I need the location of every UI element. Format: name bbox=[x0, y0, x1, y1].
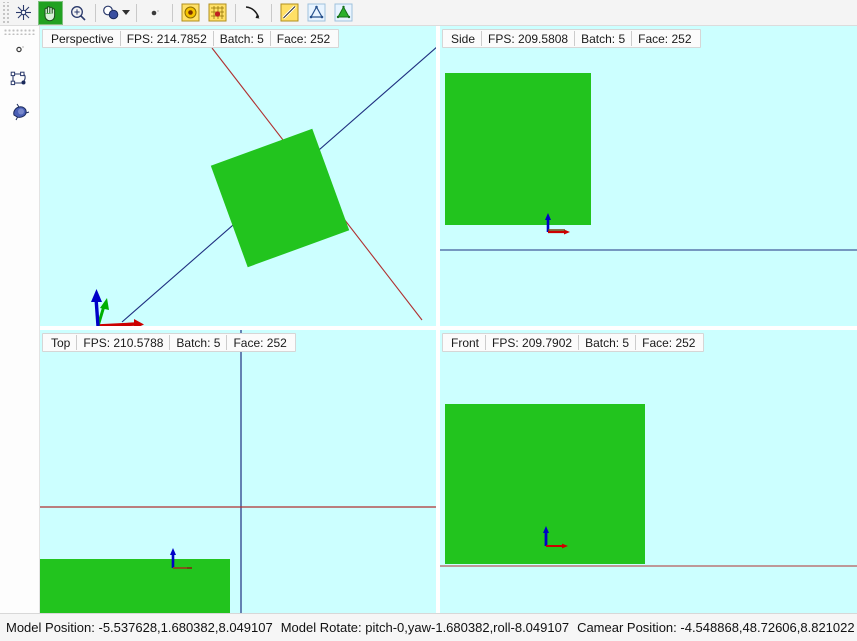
toolbar-button-sphere-tool[interactable] bbox=[178, 1, 203, 25]
vertex-dot-icon bbox=[16, 46, 24, 53]
viewport-fps-top: FPS: 210.5788 bbox=[83, 335, 164, 350]
viewport-grid: Perspective FPS: 214.7852 Batch: 5 Face:… bbox=[40, 26, 857, 613]
toolbar-button-pan-tool[interactable] bbox=[38, 0, 63, 25]
viewport-side[interactable]: Side FPS: 209.5808 Batch: 5 Face: 252 bbox=[440, 26, 857, 326]
status-camera-position: Camear Position: -4.548868,48.72606,8.82… bbox=[577, 620, 855, 635]
viewport-face-top: Face: 252 bbox=[233, 335, 287, 350]
toolbar-button-texture-tool[interactable] bbox=[205, 1, 230, 25]
origin-axis-gizmo-top bbox=[170, 548, 192, 569]
viewport-face-perspective: Face: 252 bbox=[276, 31, 331, 46]
viewport-front[interactable]: Front FPS: 209.7902 Batch: 5 Face: 252 bbox=[440, 330, 857, 613]
toolbar-button-line-tool[interactable] bbox=[277, 1, 302, 25]
chevron-down-icon[interactable] bbox=[122, 10, 130, 15]
spheres-select-icon bbox=[103, 5, 119, 20]
mesh-quad-side[interactable] bbox=[445, 73, 591, 225]
toolbar-separator-5 bbox=[271, 3, 272, 22]
viewport-label-top: Top FPS: 210.5788 Batch: 5 Face: 252 bbox=[42, 333, 296, 352]
viewport-batch-front: Batch: 5 bbox=[585, 335, 630, 350]
toolbar-button-select-objects-tool[interactable] bbox=[101, 1, 131, 25]
viewport-label-perspective: Perspective FPS: 214.7852 Batch: 5 Face:… bbox=[42, 29, 340, 48]
toolbar-separator-4 bbox=[235, 3, 236, 22]
gizmo-z-axis bbox=[94, 297, 100, 326]
triangle-outline-icon bbox=[307, 3, 326, 22]
viewport-batch-side: Batch: 5 bbox=[581, 31, 626, 46]
viewport-title-front: Front bbox=[451, 335, 480, 350]
viewport-title-side: Side bbox=[451, 31, 476, 46]
triangle-filled-icon bbox=[334, 3, 353, 22]
viewport-fps-front: FPS: 209.7902 bbox=[492, 335, 573, 350]
top-toolbar bbox=[0, 0, 857, 26]
gizmo-x-axis bbox=[97, 322, 137, 326]
toolbar-button-mesh-tool[interactable] bbox=[331, 1, 356, 25]
toolbar-separator-2 bbox=[136, 3, 137, 22]
origin-axis-gizmo-perspective bbox=[91, 289, 144, 326]
rail-button-paint-tool[interactable] bbox=[7, 99, 33, 125]
left-rail-drag-grip[interactable] bbox=[4, 29, 36, 35]
viewport-perspective[interactable]: Perspective FPS: 214.7852 Batch: 5 Face:… bbox=[40, 26, 436, 326]
hand-pan-icon bbox=[44, 5, 56, 21]
shape-nodes-icon bbox=[10, 71, 26, 86]
viewport-top[interactable]: Top FPS: 210.5788 Batch: 5 Face: 252 bbox=[40, 330, 436, 613]
viewport-batch-perspective: Batch: 5 bbox=[219, 31, 264, 46]
origin-axis-gizmo-front bbox=[543, 526, 568, 549]
status-model-position: Model Position: -5.537628,1.680382,8.049… bbox=[6, 620, 273, 635]
toolbar-button-point-tool[interactable] bbox=[142, 1, 167, 25]
sphere-yellow-icon bbox=[181, 3, 200, 22]
move-axes-icon bbox=[16, 5, 31, 20]
viewport-face-side: Face: 252 bbox=[638, 31, 692, 46]
toolbar-button-zoom-tool[interactable] bbox=[65, 1, 90, 25]
origin-axis-gizmo-side bbox=[545, 213, 570, 235]
toolbar-separator-1 bbox=[95, 3, 96, 22]
viewport-batch-top: Batch: 5 bbox=[176, 335, 221, 350]
viewport-label-side: Side FPS: 209.5808 Batch: 5 Face: 252 bbox=[442, 29, 701, 48]
line-diagonal-icon bbox=[280, 3, 299, 22]
toolbar-button-triangle-tool[interactable] bbox=[304, 1, 329, 25]
magnifier-icon bbox=[70, 5, 86, 21]
toolbar-button-curve-tool[interactable] bbox=[241, 1, 266, 25]
viewport-face-front: Face: 252 bbox=[642, 335, 696, 350]
status-bar: Model Position: -5.537628,1.680382,8.049… bbox=[0, 613, 857, 641]
toolbar-button-move-tool[interactable] bbox=[11, 1, 36, 25]
left-tool-rail bbox=[0, 26, 40, 613]
small-dot-icon bbox=[151, 9, 159, 15]
paint-blob-icon bbox=[13, 103, 30, 121]
viewport-fps-side: FPS: 209.5808 bbox=[488, 31, 569, 46]
toolbar-drag-grip[interactable] bbox=[1, 1, 10, 24]
texture-grid-icon bbox=[208, 3, 227, 22]
viewport-label-front: Front FPS: 209.7902 Batch: 5 Face: 252 bbox=[442, 333, 705, 352]
viewport-fps-perspective: FPS: 214.7852 bbox=[126, 31, 207, 46]
rail-button-shape-edit-tool[interactable] bbox=[7, 66, 33, 92]
rail-button-vertex-tool[interactable] bbox=[7, 36, 33, 62]
toolbar-separator-3 bbox=[172, 3, 173, 22]
curve-icon bbox=[245, 5, 260, 18]
status-model-rotate: Model Rotate: pitch-0,yaw-1.680382,roll-… bbox=[280, 620, 570, 635]
viewport-title-perspective: Perspective bbox=[51, 31, 114, 46]
viewport-title-top: Top bbox=[51, 335, 71, 350]
